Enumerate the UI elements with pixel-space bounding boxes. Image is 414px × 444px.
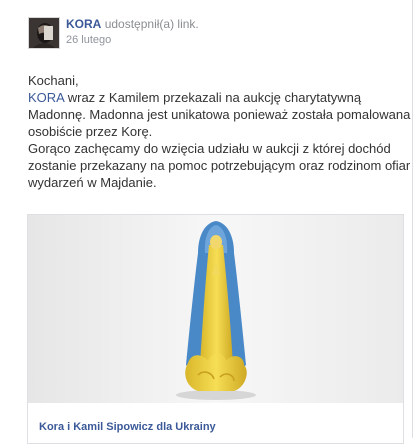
link-attachment[interactable]: Kora i Kamil Sipowicz dla Ukrainy — [27, 214, 404, 444]
attachment-title-link[interactable]: Kora i Kamil Sipowicz dla Ukrainy — [39, 421, 216, 433]
author-line: KORA udostępnił(a) link. — [66, 17, 199, 32]
post-action-text: udostępnił(a) link. — [104, 17, 199, 31]
attachment-image[interactable] — [28, 215, 403, 403]
post-paragraph-1-text: wraz z Kamilem przekazali na aukcję char… — [28, 90, 411, 139]
madonna-statue-image — [28, 215, 403, 403]
post-card: KORA udostępnił(a) link. 26 lutego Kocha… — [0, 0, 413, 444]
mention-link[interactable]: KORA — [28, 90, 64, 105]
avatar-photo-icon — [29, 18, 59, 48]
author-avatar[interactable] — [28, 17, 60, 49]
post-timestamp[interactable]: 26 lutego — [66, 34, 199, 47]
post-body: Kochani, KORA wraz z Kamilem przekazali … — [28, 72, 412, 191]
post-greeting: Kochani, — [28, 73, 79, 88]
author-name-link[interactable]: KORA — [66, 17, 101, 31]
post-meta: KORA udostępnił(a) link. 26 lutego — [66, 17, 199, 47]
post-paragraph-2: Gorąco zachęcamy do wzięcia udziału w au… — [28, 141, 411, 190]
post-paragraph-1: KORA wraz z Kamilem przekazali na aukcję… — [28, 89, 412, 140]
